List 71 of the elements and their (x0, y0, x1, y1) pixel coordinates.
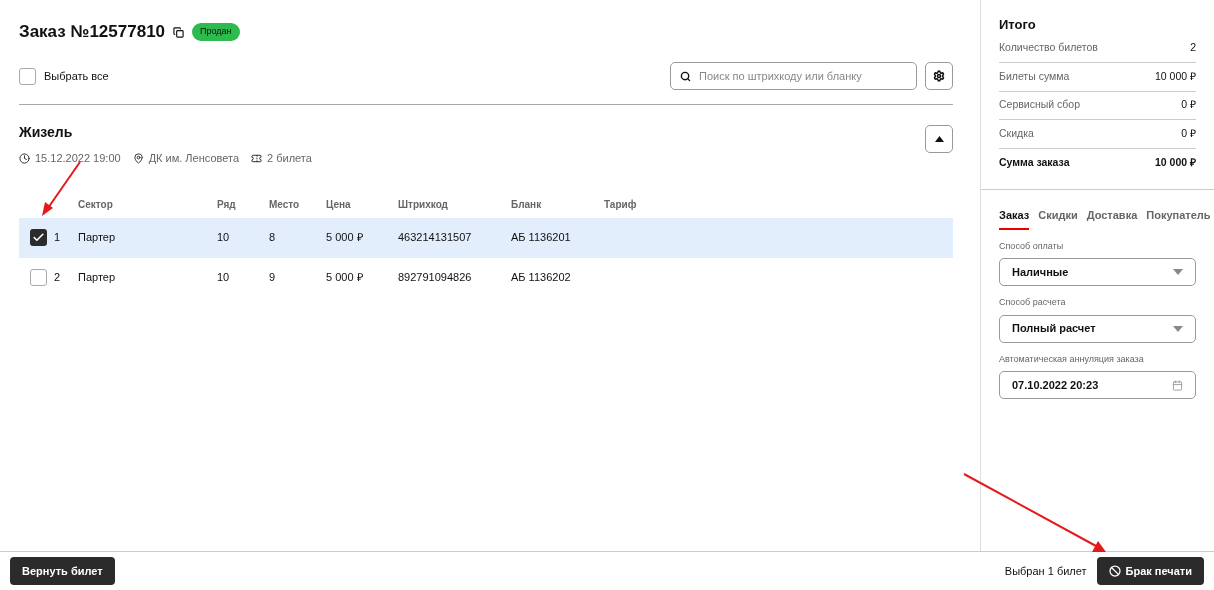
selection-count: Выбран 1 билет (1004, 563, 1087, 579)
summary-value: 10 000 ₽ (1154, 154, 1196, 170)
ticket-count: 2 билета (267, 151, 312, 166)
field-label: Автоматическая аннуляция заказа (999, 352, 1145, 366)
tab[interactable]: Заказ (999, 207, 1030, 230)
summary-label: Сервисный сбор (999, 97, 1081, 113)
summary-title: Итого (999, 16, 1037, 34)
calendar-icon (1172, 379, 1183, 391)
row-number: 2 (53, 270, 62, 286)
summary-label: Скидка (999, 125, 1034, 141)
dropdown-icon (1173, 325, 1183, 332)
gear-icon (933, 70, 945, 82)
column-header: Штрихкод (398, 199, 448, 210)
column-header: Место (269, 199, 300, 210)
event-date: 15.12.2022 19:00 (35, 151, 121, 166)
tab[interactable]: Скидки (1038, 207, 1078, 230)
row-number: 1 (53, 230, 62, 246)
collapse-button[interactable] (925, 125, 953, 153)
table-cell: 10 (217, 231, 230, 244)
table-cell: АБ 1136201 (511, 231, 571, 244)
field-label: Способ расчета (999, 296, 1067, 309)
order-title: Заказ №12577810 (19, 21, 166, 44)
field-label: Способ оплаты (999, 239, 1065, 253)
ticket-icon (251, 152, 263, 164)
table-cell: 463214131507 (398, 231, 472, 244)
summary-value: 2 (1190, 40, 1196, 56)
table-cell: 10 (217, 271, 230, 284)
column-header: Сектор (78, 199, 113, 210)
table-row[interactable]: 1 Партер 10 8 5 000 ₽ 463214131507 АБ 1136201 (19, 217, 953, 258)
return-ticket-button[interactable]: Вернуть билет (10, 557, 115, 585)
column-header: Бланк (511, 199, 542, 210)
event-venue: ДК им. Ленсовета (148, 151, 240, 166)
tab[interactable]: Доставка (1086, 207, 1138, 230)
table-cell: 5 000 ₽ (326, 271, 363, 284)
checkbox[interactable] (30, 229, 47, 246)
clock-icon (19, 152, 30, 164)
table-cell: 8 (269, 231, 276, 244)
status-badge: Продан (192, 23, 240, 41)
table-cell: Партер (78, 231, 116, 244)
tab[interactable]: Покупатель (1146, 207, 1211, 230)
search-icon (680, 71, 691, 82)
summary-label: Билеты сумма (999, 68, 1070, 84)
triangle-icon (934, 136, 944, 142)
dropdown-icon (1173, 269, 1183, 275)
summary-value: 0 ₽ (1181, 125, 1196, 141)
checkbox[interactable] (19, 67, 36, 85)
checkmark-icon (32, 231, 45, 244)
event-title: Жизель (19, 123, 74, 142)
summary-value: 10 000 ₽ (1154, 68, 1196, 84)
table-cell: 9 (269, 271, 276, 284)
summary-label: Сумма заказа (999, 154, 1070, 170)
print-defect-button[interactable]: Брак печати (1096, 557, 1204, 585)
table-cell: АБ 1136202 (511, 271, 571, 284)
select-all-label: Выбрать все (44, 68, 109, 84)
table-cell: 892791094826 (398, 271, 472, 284)
select-field[interactable]: Наличные (999, 258, 1196, 286)
column-header: Цена (326, 199, 351, 210)
pin-icon (132, 152, 144, 164)
summary-label: Количество билетов (999, 40, 1098, 56)
prohibited-icon (1108, 565, 1121, 577)
checkbox[interactable] (30, 269, 47, 286)
column-header: Тариф (604, 199, 637, 210)
search-field[interactable]: Поиск по штрихкоду или бланку (670, 62, 917, 90)
settings-button[interactable] (925, 62, 953, 90)
table-cell: 5 000 ₽ (326, 231, 363, 244)
select-field[interactable]: Полный расчет (999, 314, 1196, 343)
copy-icon[interactable] (173, 26, 185, 38)
date-field[interactable]: 07.10.2022 20:23 (999, 371, 1196, 399)
column-header: Ряд (217, 199, 236, 210)
table-cell: Партер (78, 271, 116, 284)
summary-value: 0 ₽ (1181, 97, 1196, 113)
